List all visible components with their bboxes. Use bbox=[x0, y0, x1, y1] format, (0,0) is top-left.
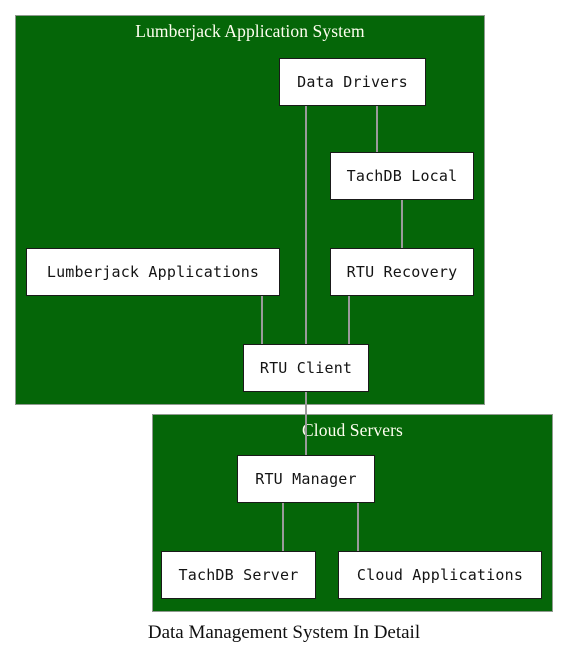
node-tachdb-server[interactable]: TachDB Server bbox=[161, 551, 316, 599]
node-label-lumberjack-applications: Lumberjack Applications bbox=[46, 263, 260, 281]
node-label-cloud-applications: Cloud Applications bbox=[356, 566, 524, 584]
node-label-rtu-recovery: RTU Recovery bbox=[346, 263, 458, 281]
node-label-rtu-client: RTU Client bbox=[259, 359, 353, 377]
node-lumberjack-applications[interactable]: Lumberjack Applications bbox=[26, 248, 280, 296]
node-data-drivers[interactable]: Data Drivers bbox=[279, 58, 426, 106]
node-tachdb-local[interactable]: TachDB Local bbox=[330, 152, 474, 200]
node-label-tachdb-local: TachDB Local bbox=[346, 167, 458, 185]
node-rtu-client[interactable]: RTU Client bbox=[243, 344, 369, 392]
node-cloud-applications[interactable]: Cloud Applications bbox=[338, 551, 542, 599]
node-rtu-recovery[interactable]: RTU Recovery bbox=[330, 248, 474, 296]
node-rtu-manager[interactable]: RTU Manager bbox=[237, 455, 375, 503]
node-label-tachdb-server: TachDB Server bbox=[178, 566, 299, 584]
diagram-canvas: Lumberjack Application System Cloud Serv… bbox=[0, 0, 568, 657]
node-label-rtu-manager: RTU Manager bbox=[255, 470, 357, 488]
node-label-data-drivers: Data Drivers bbox=[297, 73, 408, 91]
